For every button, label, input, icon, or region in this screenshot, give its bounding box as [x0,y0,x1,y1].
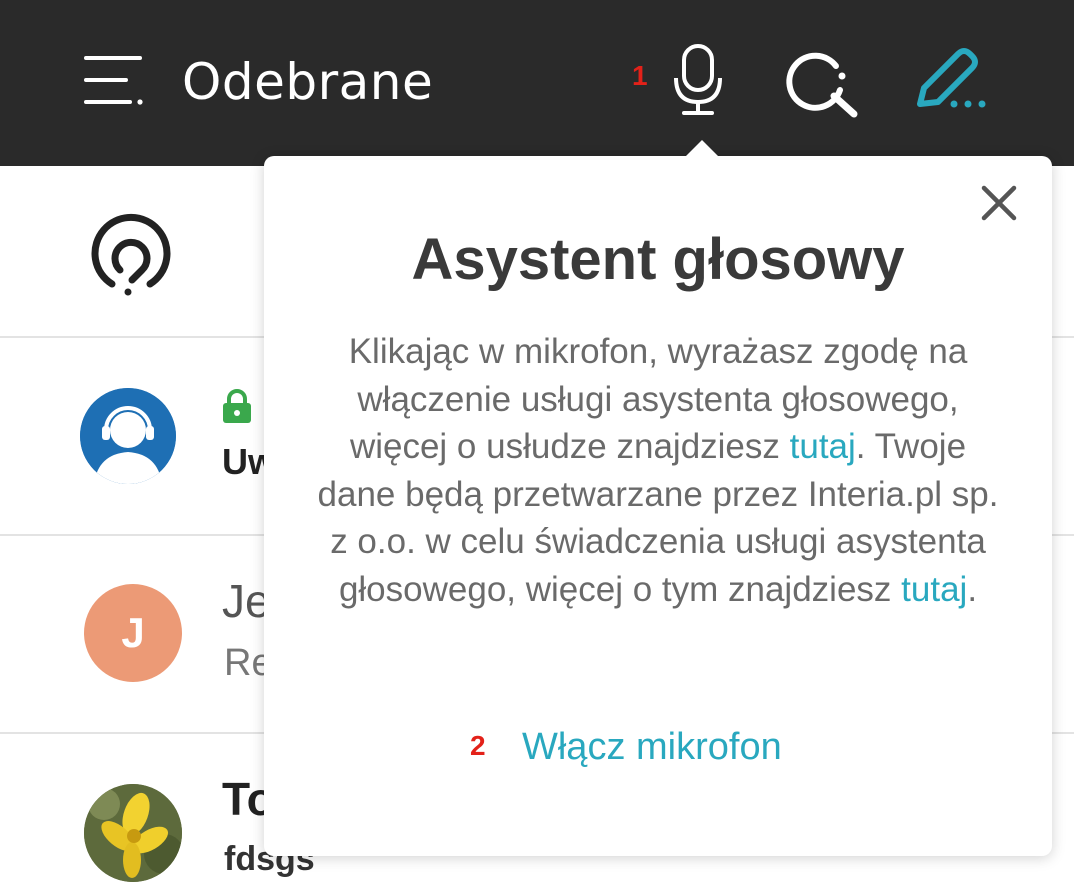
support-agent-icon [80,388,176,484]
microphone-icon[interactable] [670,42,726,118]
voice-assistant-icon[interactable] [88,212,174,298]
step-marker-1: 1 [632,60,648,91]
page-title: Odebrane [182,53,434,111]
lock-icon [223,389,251,423]
enable-row: 2 Włącz mikrofon [264,722,1052,772]
avatar [84,784,182,882]
popover-arrow [684,140,720,158]
search-icon[interactable] [784,44,860,120]
service-info-link[interactable]: tutaj [790,427,856,466]
consent-text: Klikając w mikrofon, wyrażasz zgodę na w… [308,328,1008,613]
voice-assistant-popover: Asystent głosowy Klikając w mikrofon, wy… [264,140,1052,856]
menu-icon[interactable] [80,50,150,114]
close-icon[interactable] [980,184,1018,222]
consent-text-part: . [967,569,978,609]
avatar: J [84,584,182,682]
avatar [80,388,176,484]
popover-title: Asystent głosowy [411,227,905,292]
flower-photo-icon [84,784,182,882]
step-marker-2: 2 [470,730,486,761]
enable-microphone-button[interactable]: Włącz mikrofon [522,722,782,772]
compose-icon[interactable] [912,46,992,116]
app-header: Odebrane 1 [0,0,1074,166]
privacy-info-link[interactable]: tutaj [901,570,967,609]
